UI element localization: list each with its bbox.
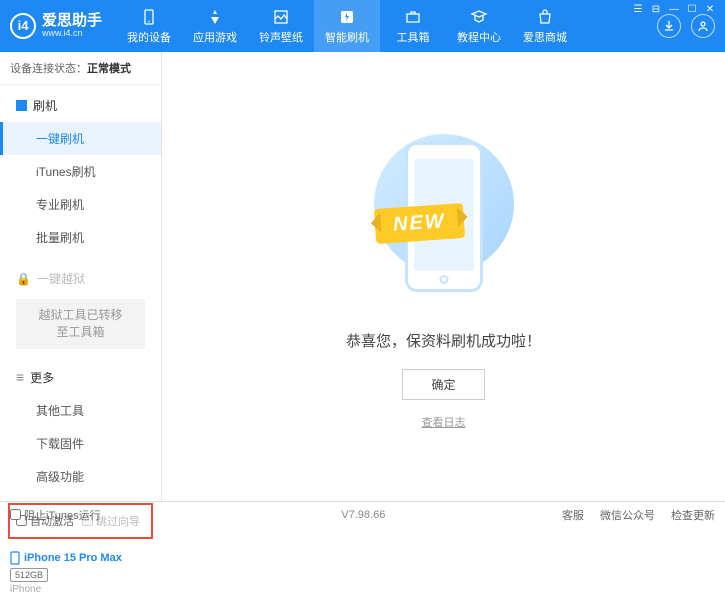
success-message: 恭喜您，保资料刷机成功啦！: [346, 330, 541, 351]
logo[interactable]: i4 爱思助手 www.i4.cn: [10, 13, 116, 39]
sidebar-item-other-tools[interactable]: 其他工具: [0, 394, 161, 427]
jailbreak-notice: 越狱工具已转移至工具箱: [16, 299, 145, 349]
maximize-icon[interactable]: ☐: [685, 4, 699, 15]
store-icon: [536, 8, 554, 26]
sidebar-heading-flash[interactable]: 刷机: [0, 89, 161, 122]
sidebar-item-batch-flash[interactable]: 批量刷机: [0, 221, 161, 254]
phone-icon: [10, 551, 20, 565]
toolbox-icon: [404, 8, 422, 26]
apps-icon: [206, 8, 224, 26]
minimize-icon[interactable]: —: [667, 4, 681, 15]
footer-wechat[interactable]: 微信公众号: [600, 507, 655, 523]
sidebar-item-pro-flash[interactable]: 专业刷机: [0, 188, 161, 221]
nav-store[interactable]: 爱思商城: [512, 0, 578, 52]
sidebar-heading-jailbreak: 🔒 一键越狱: [0, 262, 161, 295]
version-label: V7.98.66: [341, 509, 385, 521]
footer-update[interactable]: 检查更新: [671, 507, 715, 523]
sidebar-item-advanced[interactable]: 高级功能: [0, 460, 161, 493]
sidebar-item-itunes-flash[interactable]: iTunes刷机: [0, 155, 161, 188]
more-icon: ≡: [16, 369, 24, 385]
nav-flash[interactable]: 智能刷机: [314, 0, 380, 52]
nav-apps[interactable]: 应用游戏: [182, 0, 248, 52]
device-name[interactable]: iPhone 15 Pro Max: [10, 551, 151, 565]
header: i4 爱思助手 www.i4.cn 我的设备 应用游戏 铃声壁纸 智能刷机 工具…: [0, 0, 725, 52]
app-title: 爱思助手: [42, 13, 102, 30]
device-info: iPhone 15 Pro Max 512GB iPhone: [0, 545, 161, 601]
sidebar: 设备连接状态：正常模式 刷机 一键刷机 iTunes刷机 专业刷机 批量刷机 🔒…: [0, 52, 162, 501]
sidebar-heading-more[interactable]: ≡ 更多: [0, 361, 161, 394]
tutorial-icon: [470, 8, 488, 26]
app-subtitle: www.i4.cn: [42, 29, 102, 39]
lock-icon[interactable]: ⊟: [649, 4, 663, 15]
sidebar-item-download-firmware[interactable]: 下载固件: [0, 427, 161, 460]
sidebar-item-oneclick-flash[interactable]: 一键刷机: [0, 122, 161, 155]
ok-button[interactable]: 确定: [402, 369, 484, 400]
nav-toolbox[interactable]: 工具箱: [380, 0, 446, 52]
download-button[interactable]: [657, 14, 681, 38]
close-icon[interactable]: ✕: [703, 4, 717, 15]
settings-icon[interactable]: ☰: [631, 4, 645, 15]
view-log-link[interactable]: 查看日志: [422, 414, 466, 430]
success-illustration: NEW: [359, 124, 529, 314]
device-type: iPhone: [10, 584, 151, 595]
footer-support[interactable]: 客服: [562, 507, 584, 523]
user-button[interactable]: [691, 14, 715, 38]
window-controls: ☰ ⊟ — ☐ ✕: [631, 4, 717, 15]
device-icon: [140, 8, 158, 26]
connection-status: 设备连接状态：正常模式: [0, 52, 161, 85]
square-icon: [16, 100, 27, 111]
nav-ringtones[interactable]: 铃声壁纸: [248, 0, 314, 52]
device-storage: 512GB: [10, 568, 48, 582]
logo-icon: i4: [10, 13, 36, 39]
new-ribbon: NEW: [373, 202, 464, 243]
wallpaper-icon: [272, 8, 290, 26]
lock-icon: 🔒: [16, 272, 31, 286]
nav-my-device[interactable]: 我的设备: [116, 0, 182, 52]
main-nav: 我的设备 应用游戏 铃声壁纸 智能刷机 工具箱 教程中心 爱思商城: [116, 0, 578, 52]
main-content: NEW 恭喜您，保资料刷机成功啦！ 确定 查看日志: [162, 52, 725, 501]
block-itunes-checkbox[interactable]: 阻止iTunes运行: [10, 507, 101, 523]
nav-tutorials[interactable]: 教程中心: [446, 0, 512, 52]
flash-icon: [338, 8, 356, 26]
